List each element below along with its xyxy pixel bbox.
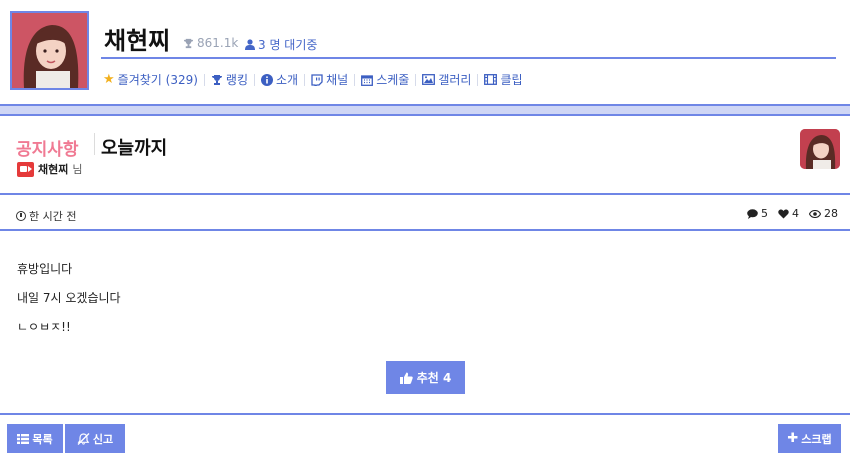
author-name: 채현찌 xyxy=(38,163,69,176)
author-avatar[interactable] xyxy=(800,129,840,169)
waiting-count: 3 명 대기중 xyxy=(245,36,317,53)
plus-icon: ✚ xyxy=(787,431,799,446)
streamer-avatar[interactable] xyxy=(10,11,89,90)
nav-item-channel[interactable]: 채널 xyxy=(311,71,348,88)
nav-item-label: 갤러리 xyxy=(438,73,472,87)
list-button[interactable]: 목록 xyxy=(7,424,63,453)
list-label: 목록 xyxy=(32,432,53,446)
thumbs-up-icon xyxy=(399,372,413,384)
trophy-icon xyxy=(183,38,194,48)
calendar-icon xyxy=(361,74,374,86)
author-suffix: 님 xyxy=(72,163,83,176)
section-divider xyxy=(0,193,850,195)
nav-divider xyxy=(354,73,356,86)
nav-item-label: 랭킹 xyxy=(225,73,248,87)
title-divider xyxy=(94,133,95,155)
nav-divider xyxy=(203,73,205,86)
fan-count-value: 861.1k xyxy=(197,36,239,50)
recommend-button[interactable]: 추천 4 xyxy=(386,361,465,394)
name-underline xyxy=(101,57,836,59)
post-time-value: 한 시간 전 xyxy=(29,210,77,223)
post-content: 휴방입니다 내일 7시 오겠습니다 ㄴㅇㅂㅈ!! xyxy=(17,255,121,342)
post-stats: 5 4 28 xyxy=(747,207,838,220)
nav-item-ranking[interactable]: 랭킹 xyxy=(211,71,248,88)
content-line: 내일 7시 오겠습니다 xyxy=(17,291,121,305)
post-title: 오늘까지 xyxy=(101,138,168,159)
report-button[interactable]: 신고 xyxy=(65,424,125,453)
star-icon: ★ xyxy=(103,72,115,87)
comment-icon xyxy=(747,208,758,219)
fan-count: 861.1k xyxy=(183,36,238,50)
nav-item-clips[interactable]: 클립 xyxy=(484,71,523,88)
nav-divider xyxy=(254,73,255,86)
view-count: 28 xyxy=(824,207,838,220)
scrap-button[interactable]: ✚ 스크랩 xyxy=(778,424,841,453)
profile-nav: ★ 즐겨찾기 (329) 랭킹 소개 채널 스케줄 갤러리 클립 xyxy=(103,71,523,88)
heart-icon xyxy=(778,209,789,218)
nav-item-schedule[interactable]: 스케줄 xyxy=(361,71,409,88)
comment-count: 5 xyxy=(761,207,768,220)
streamer-name: 채현찌 xyxy=(104,27,171,55)
header-band xyxy=(0,104,850,116)
post-category[interactable]: 공지사항 xyxy=(16,135,79,160)
nav-divider xyxy=(304,73,306,86)
nav-divider xyxy=(477,73,479,86)
image-icon xyxy=(422,74,436,85)
user-icon xyxy=(245,39,255,50)
clock-icon xyxy=(16,211,26,221)
eye-icon xyxy=(809,209,821,218)
nav-divider xyxy=(415,73,417,86)
nav-item-intro[interactable]: 소개 xyxy=(261,71,298,88)
nav-item-label: 클립 xyxy=(500,73,523,87)
trophy-icon xyxy=(211,74,222,85)
content-line: ㄴㅇㅂㅈ!! xyxy=(17,320,71,334)
info-icon xyxy=(261,73,273,86)
report-label: 신고 xyxy=(92,432,114,446)
nav-item-label: 스케줄 xyxy=(376,73,410,87)
post-author[interactable]: 채현찌 님 xyxy=(17,161,83,177)
profile-header: 채현찌 861.1k 3 명 대기중 ★ 즐겨찾기 (329) 랭킹 소개 채널… xyxy=(0,0,850,104)
like-count: 4 xyxy=(792,207,799,220)
waiting-count-value: 3 명 대기중 xyxy=(258,38,318,52)
content-line: 휴방입니다 xyxy=(17,262,73,276)
nav-item-favorites[interactable]: ★ 즐겨찾기 (329) xyxy=(103,71,198,88)
post-time: 한 시간 전 xyxy=(16,208,76,224)
nav-item-gallery[interactable]: 갤러리 xyxy=(422,71,471,88)
nav-item-label: 채널 xyxy=(326,73,349,87)
nav-item-label: 즐겨찾기 (329) xyxy=(117,73,198,87)
film-icon xyxy=(484,74,498,85)
section-divider xyxy=(0,413,850,415)
section-divider xyxy=(0,229,850,231)
video-camera-icon xyxy=(17,161,34,177)
scrap-label: 스크랩 xyxy=(801,432,832,446)
recommend-label: 추천 4 xyxy=(416,371,452,385)
bell-slash-icon xyxy=(77,432,90,445)
twitch-icon xyxy=(311,73,323,86)
nav-item-label: 소개 xyxy=(276,73,299,87)
list-icon xyxy=(17,433,30,444)
